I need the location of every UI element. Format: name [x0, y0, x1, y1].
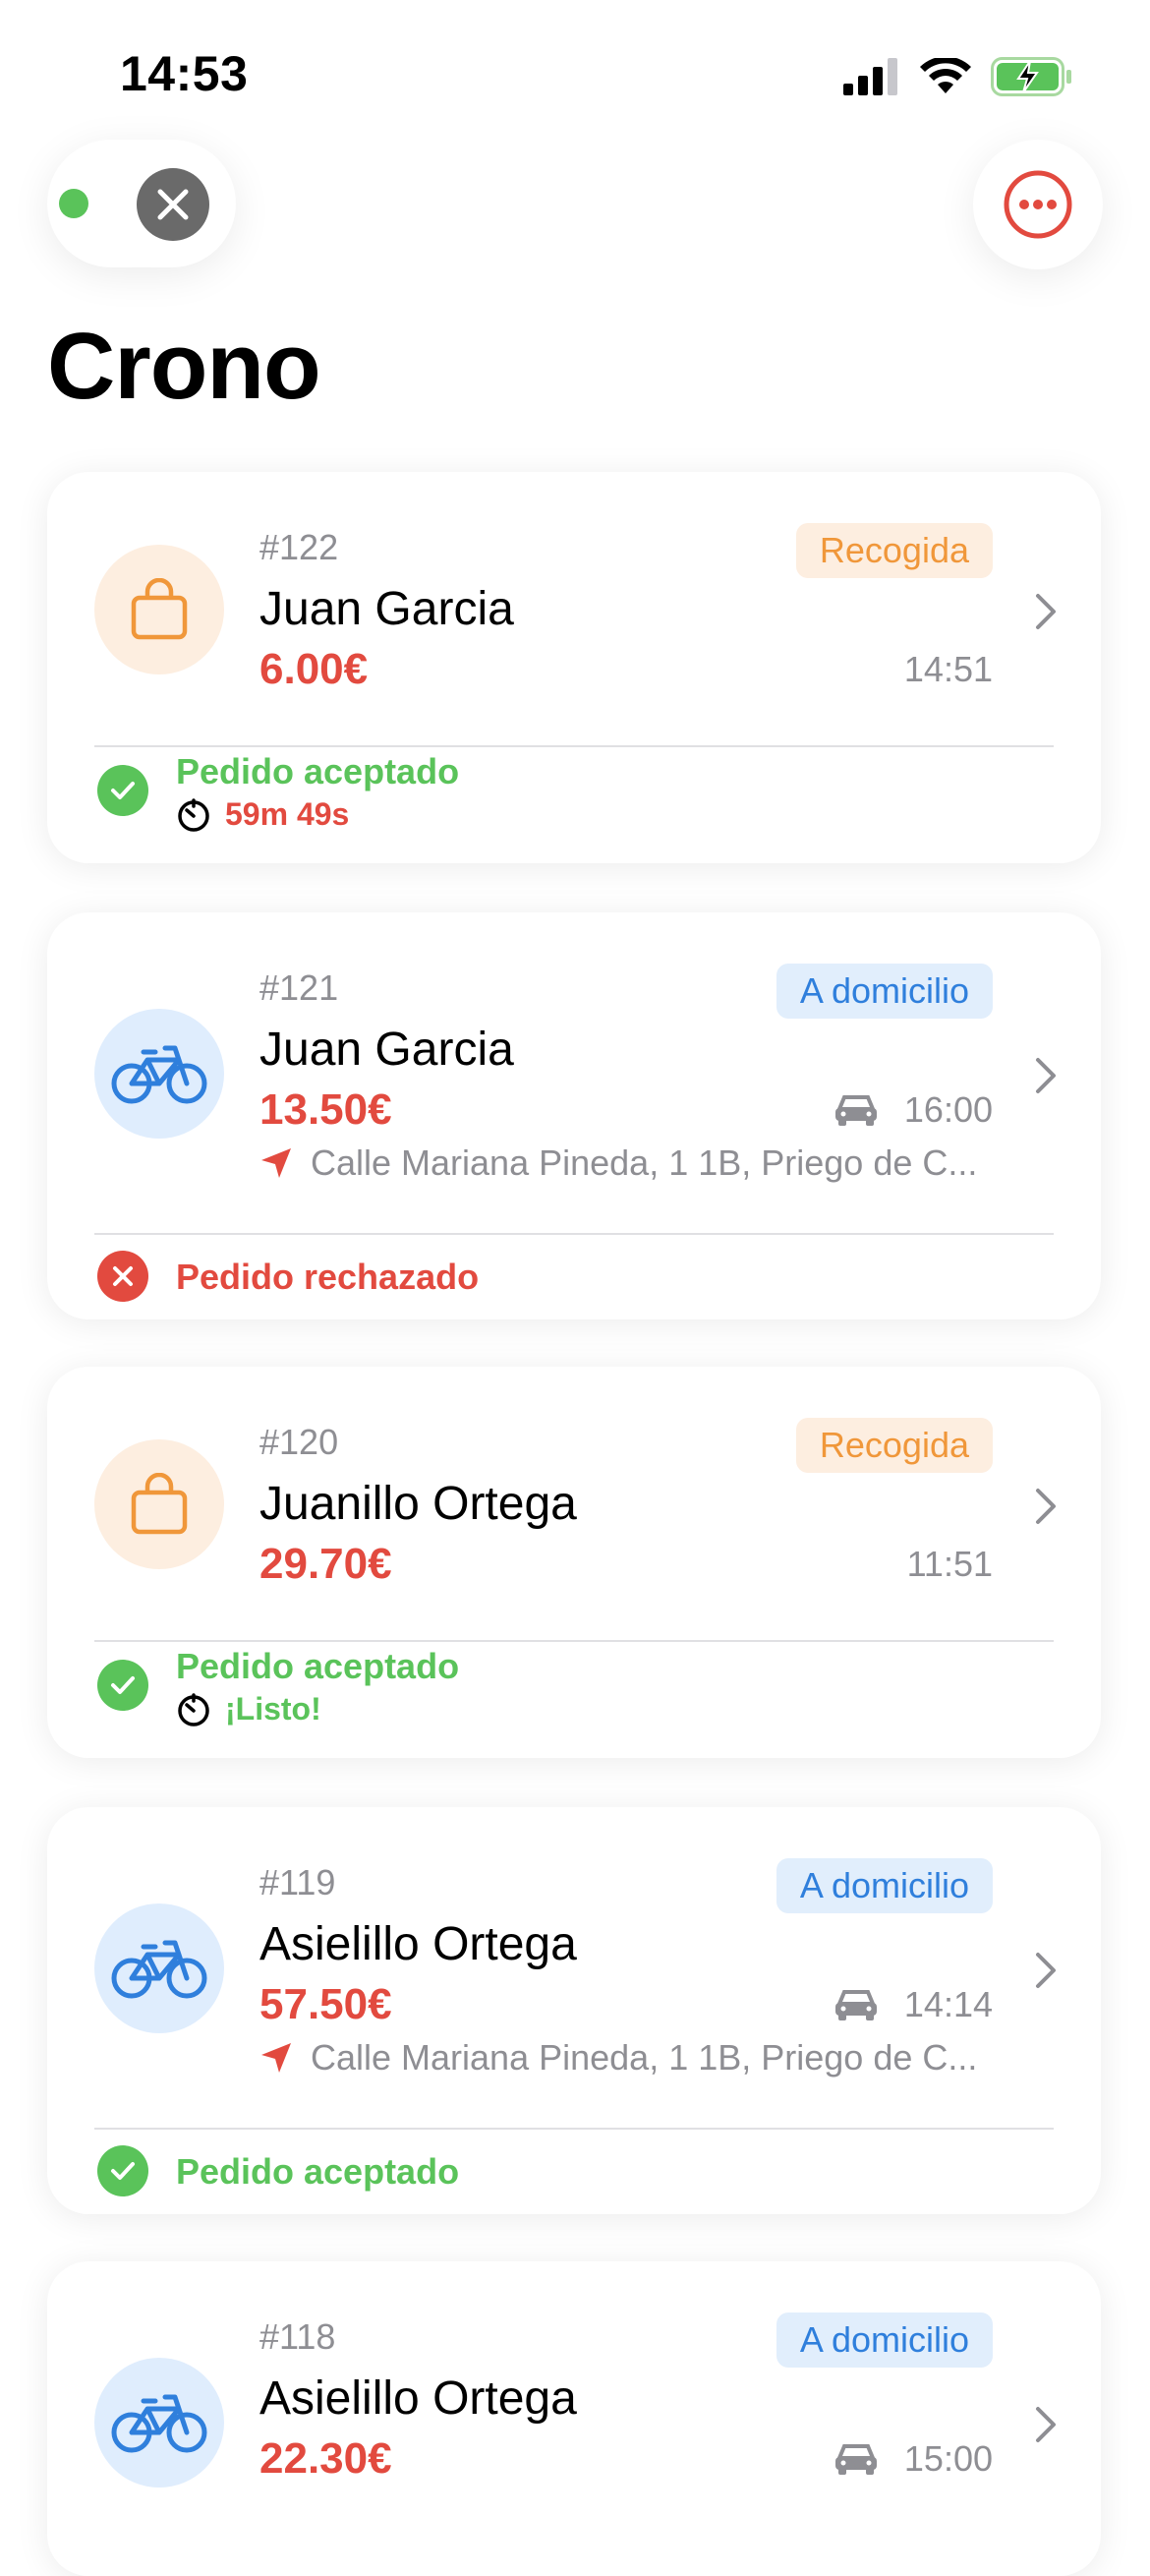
bicycle-icon: [111, 1940, 207, 1999]
online-indicator: [59, 189, 88, 218]
address-text: Calle Mariana Pineda, 1 1B, Priego de C.…: [311, 1142, 978, 1183]
more-options-button[interactable]: [973, 140, 1103, 269]
customer-name: Juanillo Ortega: [259, 1478, 577, 1530]
order-timer: ¡Listo!: [176, 1691, 321, 1727]
status-check-icon: [97, 765, 148, 816]
order-number: #122: [259, 527, 339, 567]
order-type-badge: Recogida: [795, 523, 993, 578]
order-status: Pedido aceptado: [176, 1646, 460, 1686]
battery-charging-icon: [991, 57, 1071, 96]
order-time-text: 16:00: [903, 1089, 993, 1130]
delivery-avatar: [94, 1903, 224, 2033]
order-timer: 59m 49s: [176, 796, 349, 833]
chevron-right-icon: [1036, 1953, 1056, 1988]
order-price: 6.00€: [259, 645, 369, 693]
chevron-right-icon: [1036, 1058, 1056, 1093]
order-price: 29.70€: [259, 1540, 392, 1588]
timer-text: ¡Listo!: [225, 1691, 321, 1727]
status-check-icon: [97, 1660, 148, 1711]
chevron-right-icon: [1036, 2407, 1056, 2442]
bicycle-icon: [111, 2394, 207, 2453]
divider: [94, 2128, 1054, 2130]
delivery-address: Calle Mariana Pineda, 1 1B, Priego de C.…: [259, 1142, 1036, 1184]
location-arrow-icon: [261, 1148, 291, 1178]
order-card[interactable]: #122 Recogida Juan Garcia 6.00€ 14:51 Pe…: [47, 472, 1101, 863]
page-title: Crono: [47, 314, 321, 419]
car-icon: [834, 1095, 877, 1126]
customer-name: Asielillo Ortega: [259, 2372, 577, 2425]
order-time: 15:00: [834, 2438, 993, 2480]
order-card[interactable]: #119 A domicilio Asielillo Ortega 57.50€…: [47, 1807, 1101, 2214]
car-icon: [834, 2444, 877, 2475]
order-number: #119: [259, 1862, 336, 1903]
order-time-text: 14:14: [903, 1984, 993, 2024]
customer-name: Juan Garcia: [259, 1024, 514, 1076]
shopping-bag-icon: [131, 578, 188, 640]
order-status: Pedido aceptado: [176, 751, 460, 791]
order-time: 16:00: [834, 1089, 993, 1131]
close-button[interactable]: [137, 168, 209, 241]
customer-name: Asielillo Ortega: [259, 1918, 577, 1970]
order-card[interactable]: #118 A domicilio Asielillo Ortega 22.30€…: [47, 2261, 1101, 2576]
bicycle-icon: [111, 1045, 207, 1104]
live-status-capsule: [47, 140, 236, 267]
order-card[interactable]: #120 Recogida Juanillo Ortega 29.70€ 11:…: [47, 1367, 1101, 1758]
order-type-badge: A domicilio: [776, 2313, 993, 2368]
order-number: #120: [259, 1422, 339, 1462]
order-price: 57.50€: [259, 1980, 392, 2028]
order-number: #121: [259, 967, 339, 1008]
delivery-avatar: [94, 2358, 224, 2488]
order-time-text: 15:00: [903, 2438, 993, 2479]
status-bar: 14:53: [0, 0, 1150, 147]
order-price: 22.30€: [259, 2434, 392, 2483]
order-time: 11:51: [907, 1544, 993, 1585]
order-time-text: 14:51: [903, 649, 993, 689]
divider: [94, 1640, 1054, 1642]
customer-name: Juan Garcia: [259, 583, 514, 635]
pickup-avatar: [94, 1439, 224, 1569]
shopping-bag-icon: [131, 1473, 188, 1535]
order-type-badge: A domicilio: [776, 1858, 993, 1913]
delivery-avatar: [94, 1009, 224, 1139]
chevron-right-icon: [1036, 1489, 1056, 1524]
delivery-address: Calle Mariana Pineda, 1 1B, Priego de C.…: [259, 2037, 1036, 2078]
timer-text: 59m 49s: [225, 796, 350, 832]
order-type-badge: A domicilio: [776, 964, 993, 1019]
status-icons: [843, 55, 1073, 98]
divider: [94, 1233, 1054, 1235]
order-number: #118: [259, 2316, 336, 2357]
divider: [94, 745, 1054, 747]
status-check-icon: [97, 2145, 148, 2196]
more-icon: [1004, 170, 1072, 239]
order-status: Pedido rechazado: [176, 1257, 480, 1297]
timer-icon: [178, 797, 209, 832]
car-icon: [834, 1990, 877, 2020]
order-status: Pedido aceptado: [176, 2151, 460, 2192]
pickup-avatar: [94, 545, 224, 674]
order-card[interactable]: #121 A domicilio Juan Garcia 13.50€ 16:0…: [47, 912, 1101, 1319]
order-time-text: 11:51: [906, 1544, 993, 1584]
order-price: 13.50€: [259, 1085, 392, 1134]
chevron-right-icon: [1036, 594, 1056, 629]
wifi-icon: [920, 58, 971, 93]
cellular-signal-icon: [843, 58, 897, 95]
status-time: 14:53: [120, 46, 249, 101]
order-time: 14:14: [834, 1984, 993, 2025]
status-rejected-icon: [97, 1251, 148, 1302]
close-icon: [157, 189, 189, 220]
order-time: 14:51: [904, 649, 993, 690]
order-type-badge: Recogida: [795, 1418, 993, 1473]
address-text: Calle Mariana Pineda, 1 1B, Priego de C.…: [311, 2037, 978, 2078]
location-arrow-icon: [261, 2043, 291, 2073]
timer-icon: [178, 1692, 209, 1727]
